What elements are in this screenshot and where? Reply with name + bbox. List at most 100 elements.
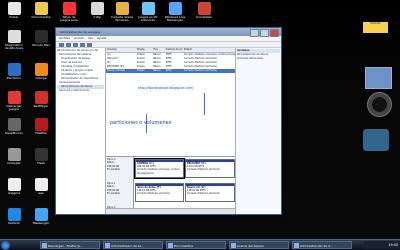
- desktop-icon-glyph-icon: [34, 2, 48, 15]
- taskbar-app-icon: [105, 243, 110, 248]
- menu-accion[interactable]: Acción: [74, 36, 84, 41]
- column-diseno[interactable]: Diseño: [136, 48, 152, 52]
- desktop-icon[interactable]: RedPlayer: [30, 91, 52, 108]
- desktop-icon[interactable]: Carpeta desde Windows: [111, 2, 133, 23]
- desktop-icon[interactable]: Documentos: [30, 2, 52, 19]
- computer-management-window[interactable]: Administración de equipos Archivo Acción…: [55, 27, 282, 215]
- column-tipo[interactable]: Tipo: [152, 48, 165, 52]
- cpu-meter-gadget[interactable]: [367, 92, 392, 117]
- desktop-icon-glyph-icon: [34, 63, 48, 76]
- desktop-icon[interactable]: Windows Live Messenger: [164, 2, 186, 23]
- partition-bar: [186, 160, 234, 162]
- partition-block[interactable]: RECOVERY (E:) 10,00 GB NTFS Correcto (Par…: [185, 159, 235, 178]
- column-estado[interactable]: Estado: [183, 48, 235, 52]
- taskbar-app-icon: [168, 243, 173, 248]
- desktop-icon-label: Documentos: [31, 15, 51, 19]
- actions-pane: Acciones Administración de discos Accion…: [235, 48, 281, 214]
- desktop-icon[interactable]: FileZilla: [30, 118, 52, 135]
- taskbar-app-icon: [42, 243, 47, 248]
- desktop-icon[interactable]: Unzipper: [3, 148, 25, 165]
- desktop-icon[interactable]: Outlook: [3, 208, 25, 225]
- desktop-icon[interactable]: Uninstaller: [193, 2, 215, 19]
- desktop-icon[interactable]: Juegos en PC bitácoras: [137, 2, 159, 23]
- status-bar: [106, 208, 235, 214]
- center-pane: Volumen Diseño Tipo Sistema de archivos …: [106, 48, 235, 214]
- desktop-icon-glyph-icon: [7, 148, 21, 161]
- table-row[interactable]: Nuevo volumen Simple Básico NTFS Correcto (P…: [106, 69, 235, 73]
- desktop: Pulsar Documentos Sitios de juegos para 7-Z…: [0, 0, 400, 250]
- desktop-icon-label: anpgme: [7, 191, 21, 195]
- desktop-icon[interactable]: Messenger: [30, 208, 52, 225]
- desktop-icon[interactable]: Diagnóstico de Windows: [3, 30, 25, 51]
- desktop-icon-glyph-icon: [34, 178, 48, 191]
- properties-icon[interactable]: [80, 43, 85, 47]
- desktop-icon-glyph-icon: [7, 63, 21, 76]
- desktop-icon[interactable]: anpgme: [3, 178, 25, 195]
- taskbar-button[interactable]: Documentos: [166, 241, 226, 249]
- taskbar-button[interactable]: Acerca del equipo: [229, 241, 289, 249]
- desktop-icon[interactable]: 7-Zip: [86, 2, 108, 19]
- desktop-icon-glyph-icon: [7, 30, 21, 43]
- menu-ver[interactable]: Ver: [88, 36, 93, 41]
- desktop-icon-glyph-icon: [7, 2, 21, 15]
- clock[interactable]: 19:40: [388, 243, 398, 247]
- minimize-button[interactable]: [250, 29, 259, 37]
- tree-item[interactable]: Servicios y Aplicaciones: [57, 89, 104, 93]
- action-more[interactable]: Acciones adicionales: [237, 57, 280, 61]
- photo-gadget[interactable]: [365, 67, 392, 89]
- navigation-tree: Administración del equipo (local) Herrami…: [56, 48, 106, 214]
- desktop-icon[interactable]: Sitios de juegos para: [58, 2, 80, 23]
- desktop-icon-label: DeepBurner: [4, 131, 24, 135]
- window-title: Administración de equipos: [60, 30, 100, 34]
- taskbar: Descargas - Firefox ju... Administrador d…: [0, 239, 400, 250]
- desktop-icon[interactable]: Escritorio: [3, 63, 25, 80]
- menu-archivo[interactable]: Archivo: [59, 36, 70, 41]
- annotation-particiones: particiones o volumenes: [110, 120, 172, 126]
- maximize-button[interactable]: [260, 29, 269, 37]
- partition-block[interactable]: COMPAQ (C:) 288,09 GB NTFS Correcto (Sist…: [134, 158, 185, 179]
- desktop-icon-label: Diagnóstico de Windows: [4, 43, 24, 51]
- taskbar-button-label: Acerca del equipo: [237, 244, 264, 248]
- desktop-icon-label: Descargar juegos: [6, 104, 22, 112]
- table-cell: Simple: [136, 69, 145, 72]
- partition-block[interactable]: Nuevo vol (G:) 138,29 GB NTFS Correcto (P…: [185, 183, 235, 202]
- close-button[interactable]: [270, 29, 279, 37]
- taskbar-button-label: Descargas - Firefox ju...: [48, 244, 84, 248]
- column-sistema-archivos[interactable]: Sistema de archivos: [165, 48, 183, 52]
- desktop-icon-glyph-icon: [7, 118, 21, 131]
- partition-detail: 10,00 GB NTFS Correcto (Partición primar…: [187, 165, 220, 172]
- desktop-icon[interactable]: Ubuntu Mac: [30, 30, 52, 47]
- desktop-icon[interactable]: DeepBurner: [3, 118, 25, 135]
- window-titlebar[interactable]: Administración de equipos: [56, 28, 281, 37]
- back-icon[interactable]: [59, 43, 64, 47]
- desktop-icon[interactable]: Orange: [30, 63, 52, 80]
- desktop-icon[interactable]: eee: [30, 178, 52, 195]
- taskbar-button[interactable]: Descargas - Firefox ju...: [40, 241, 100, 249]
- desktop-icon-label: Sitios de juegos para: [60, 15, 78, 23]
- menu-ayuda[interactable]: Ayuda: [97, 36, 106, 41]
- desktop-icon[interactable]: Pulsar: [3, 2, 25, 19]
- taskbar-button[interactable]: Administración de d...: [292, 241, 352, 249]
- column-volumen[interactable]: Volumen: [106, 48, 136, 52]
- news-gadget[interactable]: Noticias: [363, 22, 388, 33]
- disk-map: Disco 0 Básico 298,09 GB En pantalla COMP…: [106, 156, 235, 214]
- forward-icon[interactable]: [66, 43, 71, 47]
- taskbar-button[interactable]: Administrador de ta...: [103, 241, 163, 249]
- start-button[interactable]: [1, 241, 10, 250]
- table-cell: Nuevo volumen: [107, 69, 126, 72]
- help-icon[interactable]: [87, 43, 92, 47]
- taskbar-app-icon: [231, 243, 236, 248]
- partition-block[interactable]: disco de datos (F:) 138,24 GB NTFS Correc…: [135, 183, 184, 202]
- desktop-icon[interactable]: Flash: [30, 148, 52, 165]
- weather-gadget[interactable]: [363, 129, 389, 151]
- table-cell: Básico: [153, 69, 161, 72]
- partition-detail: 288,09 GB NTFS Correcto (Sistema, Arranq…: [137, 165, 180, 175]
- desktop-icon-glyph-icon: [34, 30, 48, 43]
- partition-detail: 138,24 GB NTFS Correcto (Partición prima…: [137, 189, 170, 196]
- partition-bar: [136, 184, 183, 186]
- desktop-icon-glyph-icon: [34, 148, 48, 161]
- up-icon[interactable]: [73, 43, 78, 47]
- desktop-icon-label: eee: [38, 191, 44, 195]
- desktop-icon[interactable]: Descargar juegos: [3, 91, 25, 112]
- desktop-icon-glyph-icon: [168, 2, 182, 15]
